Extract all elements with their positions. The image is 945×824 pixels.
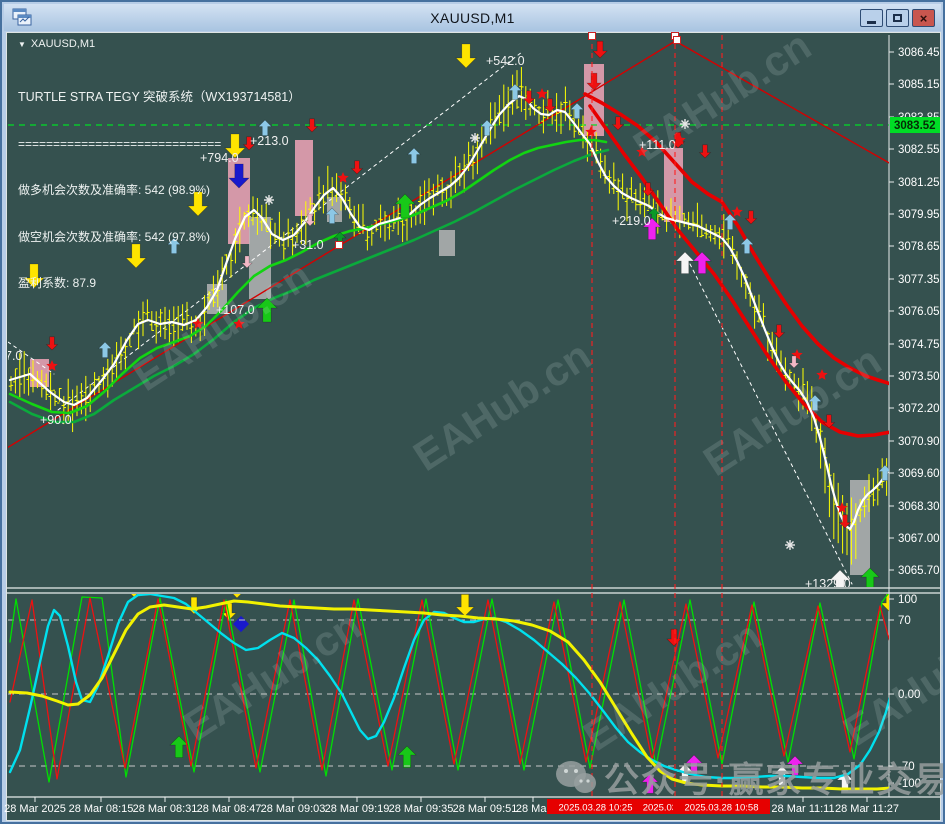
price-axis[interactable]: [886, 33, 936, 795]
wechat-icon: [556, 760, 596, 793]
symbol-selector[interactable]: ▼ XAUUSD,M1: [18, 38, 95, 50]
strategy-divider: =============================: [18, 136, 222, 151]
strategy-profit-factor: 盈利系数: 87.9: [18, 276, 97, 290]
strategy-panel: TURTLE STRA TEGY 突破系统（WX193714581） =====…: [18, 59, 301, 323]
close-button[interactable]: ×: [912, 9, 935, 27]
minimize-button[interactable]: [860, 9, 883, 27]
minimize-icon: [867, 20, 876, 24]
strategy-title: TURTLE STRA TEGY 突破系统（WX193714581）: [18, 90, 301, 104]
time-axis[interactable]: [7, 793, 940, 816]
chevron-down-icon: ▼: [18, 39, 26, 49]
strategy-long-stats: 做多机会次数及准确率: 542 (98.9%): [18, 183, 211, 197]
maximize-icon: [893, 14, 902, 22]
maximize-button[interactable]: [886, 9, 909, 27]
symbol-label: XAUUSD,M1: [30, 38, 96, 50]
mt4-chart-window: XAUUSD,M1 × +542.0 +213.0 +794.0 +31.0 +107.…: [0, 0, 945, 824]
window-title: XAUUSD,M1: [430, 9, 515, 26]
title-bar[interactable]: XAUUSD,M1 ×: [4, 4, 941, 31]
strategy-short-stats: 做空机会次数及准确率: 542 (97.8%): [18, 229, 211, 244]
